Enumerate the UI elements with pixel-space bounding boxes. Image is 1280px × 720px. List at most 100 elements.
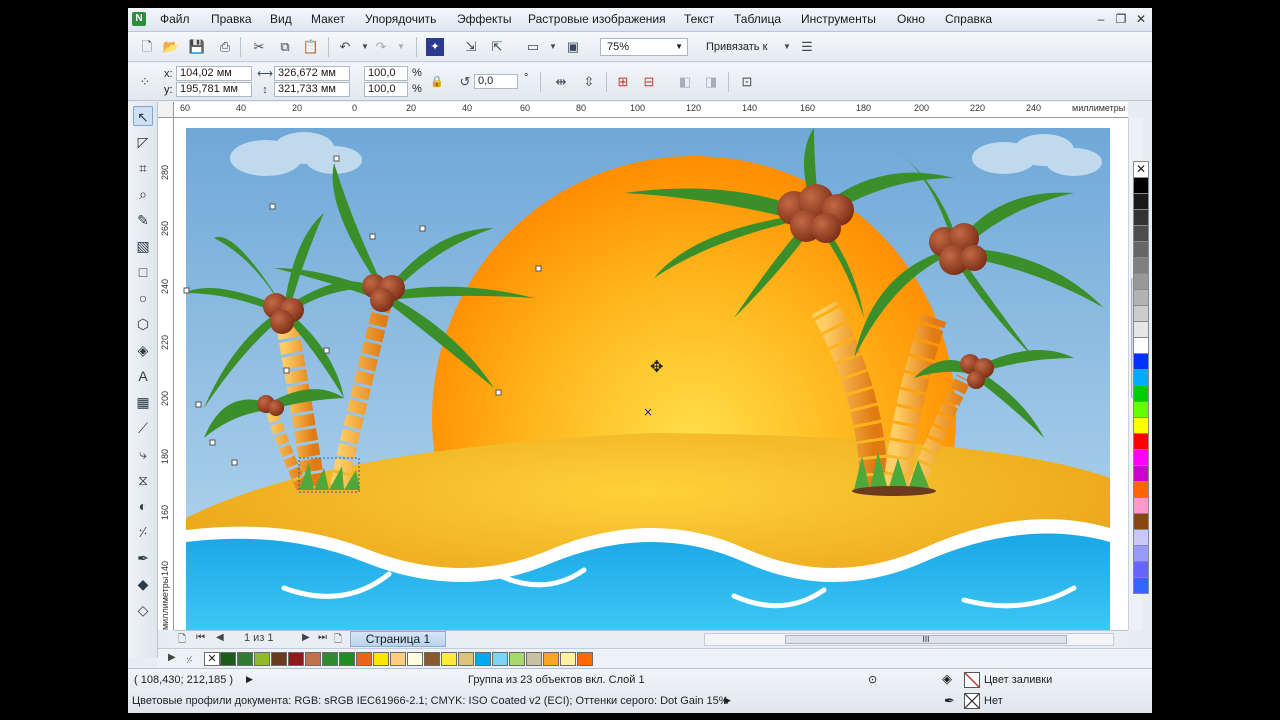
menu-effects[interactable]: Эффекты [457, 12, 512, 26]
interactive-fill-icon[interactable]: ◇ [133, 600, 153, 620]
connector-tool-icon[interactable]: ⤷ [133, 444, 153, 464]
menu-arrange[interactable]: Упорядочить [365, 12, 436, 26]
close-icon[interactable]: ✕ [1134, 12, 1148, 26]
redo-icon[interactable]: ↷ [372, 38, 390, 56]
copy-icon[interactable]: ⧉ [276, 38, 294, 56]
color-swatch[interactable] [407, 652, 423, 666]
scale-y-field[interactable]: 100,0 [364, 82, 408, 97]
no-fill-swatch[interactable]: ✕ [204, 652, 220, 666]
add-page-before-icon[interactable]: 🗋 [178, 632, 186, 649]
color-swatch[interactable] [1133, 273, 1149, 290]
menu-table[interactable]: Таблица [734, 12, 781, 26]
break-apart-icon[interactable]: ◨ [702, 73, 720, 91]
color-swatch[interactable] [1133, 225, 1149, 242]
horizontal-ruler[interactable]: 60 40 20 0 20 40 60 80 100 120 140 160 1… [174, 102, 1128, 118]
application-launcher-icon[interactable]: ▭ [524, 38, 542, 56]
pick-tool-icon[interactable]: ↖ [133, 106, 153, 126]
x-position-field[interactable]: 104,02 мм [176, 66, 252, 81]
menu-layout[interactable]: Макет [311, 12, 345, 26]
color-swatch[interactable] [1133, 529, 1149, 546]
object-origin-icon[interactable]: ⁘ [136, 73, 154, 91]
y-position-field[interactable]: 195,781 мм [176, 82, 252, 97]
last-page-icon[interactable]: ⏭ [318, 632, 327, 643]
width-field[interactable]: 326,672 мм [274, 66, 350, 81]
color-swatch[interactable] [441, 652, 457, 666]
rectangle-tool-icon[interactable]: □ [133, 262, 153, 282]
menu-text[interactable]: Текст [684, 12, 714, 26]
color-swatch[interactable] [560, 652, 576, 666]
color-swatch[interactable] [356, 652, 372, 666]
options-icon[interactable]: ☰ [798, 38, 816, 56]
color-swatch[interactable] [1133, 177, 1149, 194]
menu-tools[interactable]: Инструменты [801, 12, 876, 26]
paste-icon[interactable]: 📋 [302, 38, 320, 56]
menu-help[interactable]: Справка [945, 12, 992, 26]
color-swatch[interactable] [390, 652, 406, 666]
height-field[interactable]: 321,733 мм [274, 82, 350, 97]
lock-ratio-icon[interactable]: 🔒 [428, 73, 446, 91]
undo-icon[interactable]: ↶ [336, 38, 354, 56]
shape-tool-icon[interactable]: ◸ [133, 132, 153, 152]
color-swatch[interactable] [1133, 193, 1149, 210]
status-expand-icon[interactable]: ▶ [246, 674, 253, 685]
eyedropper-icon[interactable]: ⸓ [186, 652, 193, 666]
blend-tool-icon[interactable]: ⧖ [133, 470, 153, 490]
color-swatch[interactable] [424, 652, 440, 666]
fill-color-swatch[interactable] [964, 672, 980, 688]
color-swatch[interactable] [577, 652, 593, 666]
color-swatch[interactable] [339, 652, 355, 666]
next-page-icon[interactable]: ▶ [302, 632, 310, 643]
color-swatch[interactable] [1133, 385, 1149, 402]
basic-shapes-icon[interactable]: ◈ [133, 340, 153, 360]
color-swatch[interactable] [1133, 305, 1149, 322]
color-swatch[interactable] [1133, 497, 1149, 514]
first-page-icon[interactable]: ⏮ [196, 632, 205, 643]
horizontal-scroll-thumb[interactable]: III [785, 635, 1067, 644]
redo-dropdown-icon[interactable]: ▼ [392, 38, 410, 56]
color-swatch[interactable] [1133, 289, 1149, 306]
launcher-dropdown-icon[interactable]: ▼ [544, 38, 562, 56]
color-swatch[interactable] [1133, 321, 1149, 338]
menu-edit[interactable]: Правка [211, 12, 252, 26]
minimize-icon[interactable]: – [1094, 12, 1108, 26]
color-swatch[interactable] [254, 652, 270, 666]
cut-icon[interactable]: ✂ [250, 38, 268, 56]
color-swatch[interactable] [220, 652, 236, 666]
color-swatch[interactable] [1133, 337, 1149, 354]
color-swatch[interactable] [271, 652, 287, 666]
color-swatch[interactable] [526, 652, 542, 666]
align-distribute-icon[interactable]: ⊡ [738, 73, 756, 91]
open-icon[interactable]: 📂 [162, 38, 180, 56]
color-swatch[interactable] [1133, 561, 1149, 578]
menu-window[interactable]: Окно [897, 12, 925, 26]
palette-scroll-left-icon[interactable]: ▶ [168, 652, 176, 663]
page-tab[interactable]: Страница 1 [350, 631, 446, 647]
color-swatch[interactable] [1133, 209, 1149, 226]
print-icon[interactable]: ⎙ [216, 38, 234, 56]
eyedropper-icon[interactable]: ⸓ [133, 522, 153, 542]
export-icon[interactable]: ⇱ [488, 38, 506, 56]
horizontal-scrollbar[interactable]: III [704, 633, 1114, 646]
smart-fill-icon[interactable]: ▧ [133, 236, 153, 256]
color-swatch[interactable] [288, 652, 304, 666]
mirror-vertical-icon[interactable]: ⇳ [580, 73, 598, 91]
combine-icon[interactable]: ◧ [676, 73, 694, 91]
color-swatch[interactable] [1133, 241, 1149, 258]
add-page-after-icon[interactable]: 🗋 [334, 632, 342, 649]
color-profiles-info[interactable]: Цветовые профили документа: RGB: sRGB IE… [132, 695, 729, 707]
color-swatch[interactable] [1133, 401, 1149, 418]
color-swatch[interactable] [475, 652, 491, 666]
color-swatch[interactable] [237, 652, 253, 666]
color-swatch[interactable] [1133, 369, 1149, 386]
dimension-tool-icon[interactable]: ⟋ [133, 418, 153, 438]
crop-tool-icon[interactable]: ⌗ [133, 158, 153, 178]
save-icon[interactable]: 💾 [188, 38, 206, 56]
import-icon[interactable]: ⇲ [462, 38, 480, 56]
color-swatch[interactable] [305, 652, 321, 666]
menu-file[interactable]: Файл [160, 12, 190, 26]
ungroup-icon[interactable]: ⊟ [640, 73, 658, 91]
color-swatch[interactable] [1133, 513, 1149, 530]
color-swatch[interactable] [1133, 257, 1149, 274]
text-tool-icon[interactable]: A [133, 366, 153, 386]
snap-to-label[interactable]: Привязать к [706, 41, 767, 53]
